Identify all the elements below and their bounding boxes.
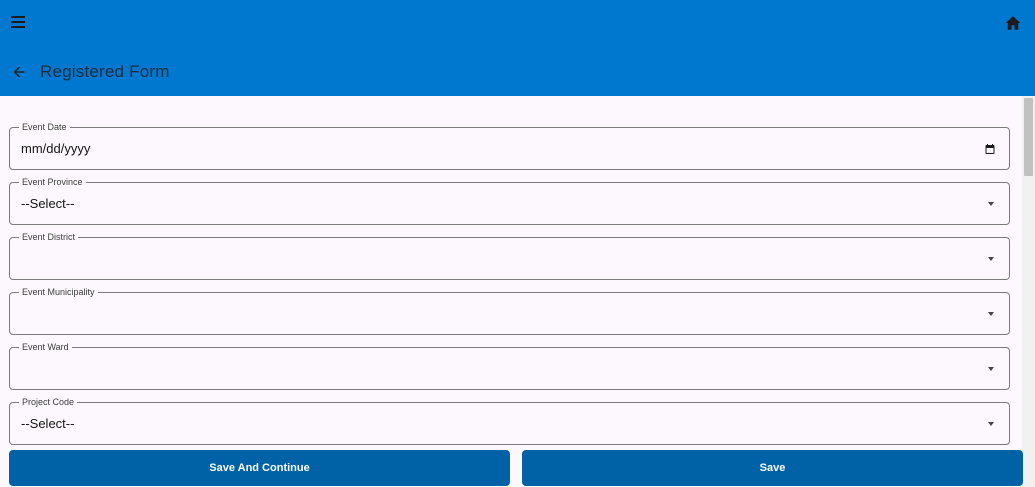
chevron-down-icon[interactable]: [988, 422, 994, 426]
project-code-value[interactable]: --Select--: [21, 416, 74, 432]
back-arrow-icon[interactable]: [10, 64, 28, 80]
event-province-select[interactable]: Event Province --Select--: [9, 176, 1010, 225]
event-district-label: Event District: [19, 231, 79, 243]
event-district-select[interactable]: Event District: [9, 231, 1010, 280]
event-date-field[interactable]: Event Date mm/dd/yyyy: [9, 121, 1010, 170]
project-code-label: Project Code: [19, 396, 78, 408]
chevron-down-icon[interactable]: [988, 202, 994, 206]
menu-icon[interactable]: [11, 15, 27, 29]
project-code-select[interactable]: Project Code --Select--: [9, 396, 1010, 445]
event-date-value[interactable]: mm/dd/yyyy: [21, 141, 90, 157]
scrollbar-thumb[interactable]: [1024, 98, 1033, 176]
form-container: Event Date mm/dd/yyyy Event Province --S…: [0, 96, 1022, 487]
page-title: Registered Form: [40, 62, 170, 81]
event-province-value[interactable]: --Select--: [21, 196, 74, 212]
event-province-label: Event Province: [19, 176, 86, 188]
chevron-down-icon[interactable]: [988, 257, 994, 261]
chevron-down-icon[interactable]: [988, 367, 994, 371]
event-municipality-label: Event Municipality: [19, 286, 98, 298]
event-municipality-select[interactable]: Event Municipality: [9, 286, 1010, 335]
event-ward-select[interactable]: Event Ward: [9, 341, 1010, 390]
save-and-continue-button[interactable]: Save And Continue: [9, 450, 510, 486]
event-date-label: Event Date: [19, 121, 70, 133]
event-ward-label: Event Ward: [19, 341, 72, 353]
calendar-icon[interactable]: [984, 143, 996, 155]
app-header: Registered Form: [0, 0, 1035, 96]
chevron-down-icon[interactable]: [988, 312, 994, 316]
save-button[interactable]: Save: [522, 450, 1023, 486]
home-icon[interactable]: [1004, 14, 1022, 32]
